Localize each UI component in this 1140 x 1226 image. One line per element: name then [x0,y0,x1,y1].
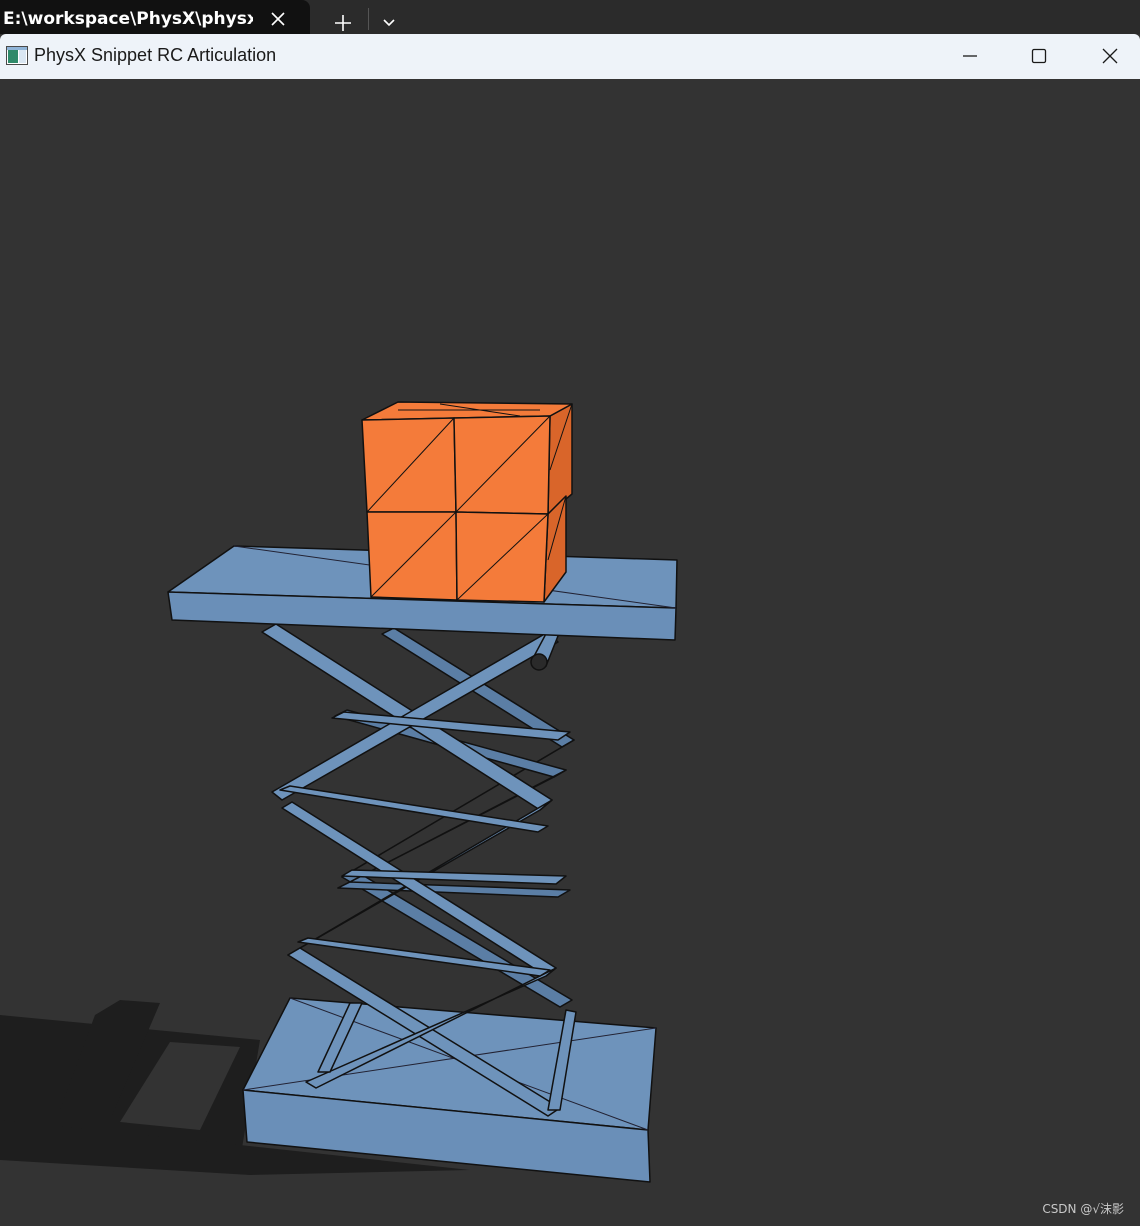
render-viewport[interactable]: CSDN @√沫影 [0,79,1140,1226]
watermark: CSDN @√沫影 [1042,1202,1124,1216]
window-titlebar[interactable]: PhysX Snippet RC Articulation [0,34,1140,80]
close-icon[interactable] [266,10,290,34]
orange-box-stack [361,401,573,603]
plus-icon[interactable] [328,8,358,34]
minimize-icon [963,55,977,57]
app-window-icon [6,46,28,66]
maximize-button[interactable] [1004,34,1074,78]
close-icon [1102,48,1118,64]
terminal-tab-title: E:\workspace\PhysX\physx\bi [3,9,253,29]
chevron-down-icon[interactable] [376,10,402,34]
terminal-tab-strip: E:\workspace\PhysX\physx\bi [0,0,1140,34]
maximize-icon [1031,48,1047,64]
tab-separator [368,8,369,30]
window-title: PhysX Snippet RC Articulation [34,45,277,65]
minimize-button[interactable] [935,34,1005,78]
scene-canvas [0,401,678,1183]
close-button[interactable] [1075,34,1140,78]
terminal-tab[interactable]: E:\workspace\PhysX\physx\bi [0,0,310,34]
